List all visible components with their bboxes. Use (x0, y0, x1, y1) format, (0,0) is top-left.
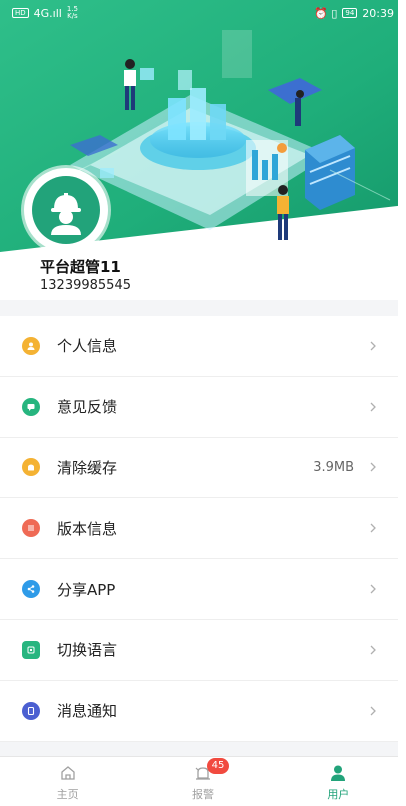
right-edge-strip (398, 0, 406, 806)
profile-header-banner: HD 4G.ıll 1.5 K/s ⏰ ▯ 94 20:39 (0, 0, 406, 300)
chevron-right-icon (370, 523, 376, 533)
menu-item-label: 清除缓存 (57, 458, 118, 477)
chevron-right-icon (370, 463, 376, 472)
chevron-right-icon (370, 584, 376, 594)
user-icon (22, 336, 40, 355)
clock-time: 20:39 (362, 6, 394, 20)
menu-item-label: 个人信息 (57, 337, 118, 356)
menu-item-personal-info[interactable]: 个人信息 (0, 316, 398, 377)
menu-item-feedback[interactable]: 意见反馈 (0, 377, 398, 438)
tab-alarm-label: 报警 (191, 787, 214, 801)
network-speed-unit: K/s (67, 12, 78, 20)
alarm-bell-icon: 45 (193, 757, 229, 784)
hd-badge: HD (12, 8, 29, 18)
tab-home-label: 主页 (56, 787, 79, 801)
bottom-tab-bar: 主页 45 报警 用户 (0, 756, 406, 806)
tab-user-label: 用户 (327, 787, 350, 801)
tab-home[interactable]: 主页 (0, 757, 135, 806)
menu-item-version-info[interactable]: 版本信息 (0, 498, 398, 560)
avatar[interactable] (32, 176, 100, 244)
tab-alarm[interactable]: 45 报警 (135, 757, 270, 806)
menu-item-label: 切换语言 (57, 641, 118, 660)
chevron-right-icon (370, 706, 376, 716)
battery-icon: 94 (342, 8, 358, 18)
alarm-count-badge: 45 (206, 757, 229, 774)
tab-user[interactable]: 用户 (271, 757, 406, 806)
menu-item-clear-cache[interactable]: 清除缓存 3.9MB (0, 438, 398, 499)
cache-icon (22, 458, 40, 477)
chevron-right-icon (370, 645, 376, 655)
worker-avatar-icon (51, 193, 81, 235)
chevron-right-icon (370, 341, 376, 351)
banner-illustration (0, 0, 406, 252)
status-left: HD 4G.ıll 1.5 K/s (12, 6, 78, 20)
menu-item-share-app[interactable]: 分享APP (0, 559, 398, 620)
network-speed: 1.5 K/s (67, 6, 78, 20)
profile-name: 平台超管11 (40, 258, 121, 276)
settings-menu: 个人信息 意见反馈 清除缓存 3.9MB 版本信息 分享APP 切换语言 消息通… (0, 316, 398, 742)
notification-icon (22, 701, 40, 720)
user-tab-icon (328, 762, 348, 784)
feedback-icon (22, 397, 40, 416)
avatar-ring[interactable] (24, 168, 108, 252)
menu-item-label: 版本信息 (57, 519, 118, 538)
menu-item-label: 意见反馈 (57, 398, 118, 417)
menu-item-label: 分享APP (57, 580, 116, 599)
menu-item-message-notification[interactable]: 消息通知 (0, 681, 398, 742)
menu-item-switch-language[interactable]: 切换语言 (0, 620, 398, 681)
cache-size-value: 3.9MB (313, 459, 354, 475)
alarm-vibrate-icons: ⏰ ▯ (314, 6, 338, 20)
menu-item-label: 消息通知 (57, 702, 118, 721)
status-right: ⏰ ▯ 94 20:39 (314, 7, 394, 20)
chevron-right-icon (370, 402, 376, 412)
language-icon (22, 640, 40, 659)
version-icon (22, 519, 40, 538)
home-icon (59, 762, 77, 784)
status-bar: HD 4G.ıll 1.5 K/s ⏰ ▯ 94 20:39 (0, 0, 406, 26)
share-icon (22, 580, 40, 599)
profile-phone: 13239985545 (40, 278, 131, 293)
signal-icon: 4G.ıll (33, 6, 62, 20)
